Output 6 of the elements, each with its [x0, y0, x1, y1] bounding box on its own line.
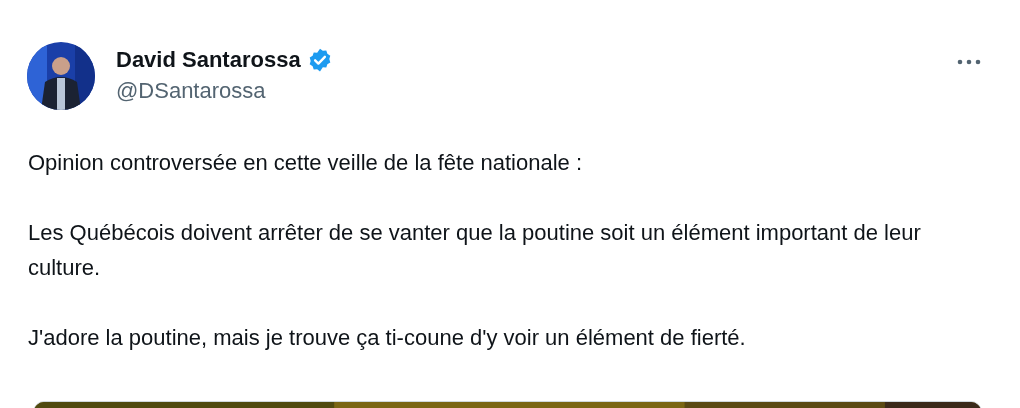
tweet-text: Les Québécois doivent arrêter de se vanter que la poutine soit un élément important de leur culture. [28, 219, 922, 282]
author-name[interactable]: David Santarossa [116, 46, 301, 74]
more-options-icon[interactable] [957, 59, 981, 65]
tweet-text: Opinion controversée en cette veille de la fête nationale : [28, 149, 584, 177]
tweet-text: J'adore la poutine, mais je trouve ça ti-coune d'y voir un élément de fierté. [28, 324, 747, 352]
author-handle[interactable]: @DSantarossa [116, 76, 333, 106]
